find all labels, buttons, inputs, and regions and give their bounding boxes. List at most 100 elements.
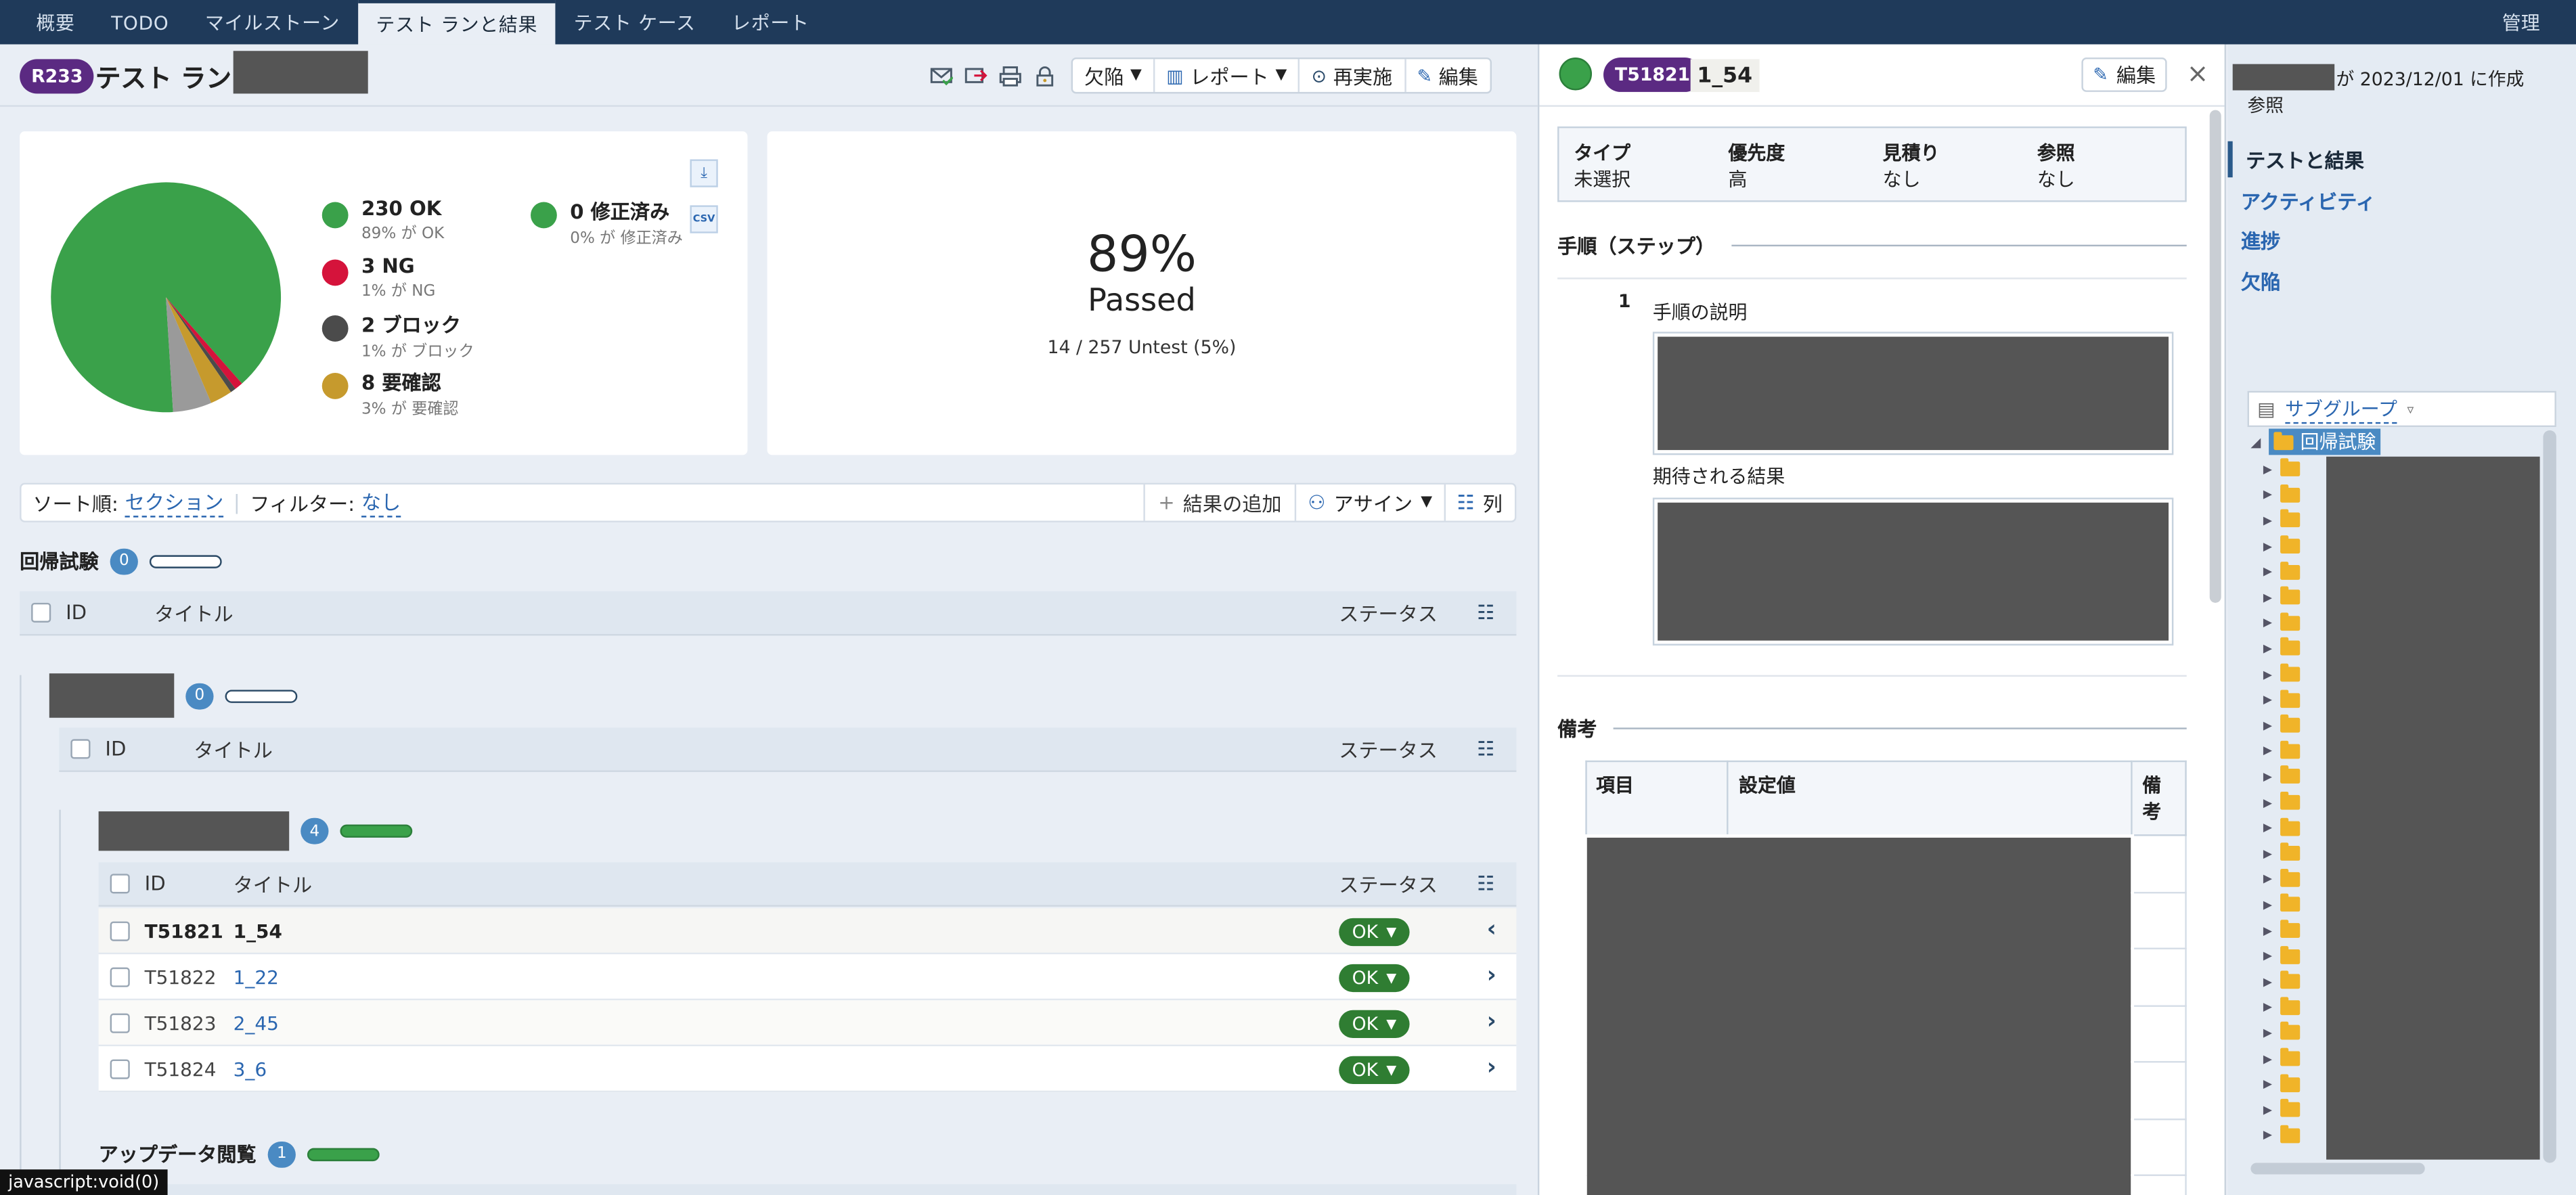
root-folder-chip: 回帰試験 <box>2269 428 2381 455</box>
columns-button[interactable]: ☷ 列 <box>1444 484 1514 521</box>
expand-chevron-icon[interactable]: › <box>1487 962 1496 989</box>
csv-download-icon[interactable]: CSV <box>690 205 718 233</box>
tree-expand-icon[interactable]: ▶ <box>2248 770 2281 783</box>
filter-none-link[interactable]: なし <box>361 488 401 518</box>
tree-expand-icon[interactable]: ▶ <box>2248 949 2281 962</box>
rerun-button[interactable]: ⊙ 再実施 <box>1298 59 1404 92</box>
edit-label: 編集 <box>2116 64 2156 87</box>
tree-vertical-scrollbar[interactable] <box>2543 430 2556 1163</box>
subsection-1[interactable]: 0 <box>49 673 298 718</box>
tree-expand-icon[interactable]: ▶ <box>2248 1027 2281 1039</box>
tree-expand-icon[interactable]: ▶ <box>2248 1001 2281 1014</box>
tab-milestones[interactable]: マイルストーン <box>187 0 358 45</box>
edit-run-button[interactable]: ✎ 編集 <box>1404 59 1490 92</box>
defects-label: 欠陥 <box>1084 64 1124 88</box>
row-title[interactable]: 3_6 <box>234 1057 267 1080</box>
table-row[interactable]: T51823 2_45 OK ▼ › <box>98 1000 1517 1047</box>
section-regression[interactable]: 回帰試験 0 <box>20 547 222 574</box>
tree-expand-icon[interactable]: ▶ <box>2248 821 2281 834</box>
tree-expand-icon[interactable]: ▶ <box>2248 540 2281 553</box>
tab-test-cases[interactable]: テスト ケース <box>556 0 713 45</box>
row-checkbox[interactable] <box>110 920 130 941</box>
tree-expand-icon[interactable]: ▶ <box>2248 616 2281 629</box>
tab-reports[interactable]: レポート <box>713 0 827 45</box>
tree-expand-icon[interactable]: ▶ <box>2248 591 2281 604</box>
table-row[interactable]: T51824 3_6 OK ▼ › <box>98 1046 1517 1093</box>
select-all-checkbox[interactable] <box>31 602 51 623</box>
tree-expand-icon[interactable]: ▶ <box>2248 463 2281 476</box>
tree-expand-icon[interactable]: ▶ <box>2248 796 2281 809</box>
column-settings-icon[interactable]: ☷ <box>1477 601 1494 624</box>
tree-collapse-icon[interactable]: ◢ <box>2250 434 2261 449</box>
tree-root-folder[interactable]: ◢ 回帰試験 <box>2250 428 2381 455</box>
expected-result-label: 期待される結果 <box>1652 464 1785 488</box>
sidebar-item-activity[interactable]: アクティビティ <box>2227 182 2576 218</box>
tree-expand-icon[interactable]: ▶ <box>2248 899 2281 911</box>
status-dropdown[interactable]: OK ▼ <box>1339 1010 1410 1039</box>
field-estimate: 見積り なし <box>1868 128 2022 200</box>
edit-case-button[interactable]: ✎ 編集 <box>2081 57 2168 92</box>
row-title[interactable]: 1_54 <box>234 919 282 942</box>
tree-expand-icon[interactable]: ▶ <box>2248 1104 2281 1117</box>
sort-section-link[interactable]: セクション <box>125 488 224 518</box>
folder-icon <box>2280 842 2301 861</box>
tree-expand-icon[interactable]: ▶ <box>2248 924 2281 937</box>
status-dropdown[interactable]: OK ▼ <box>1339 918 1410 947</box>
close-icon[interactable]: × <box>2187 58 2209 89</box>
row-title[interactable]: 2_45 <box>234 1011 279 1034</box>
column-settings-icon[interactable]: ☷ <box>1477 738 1494 761</box>
row-checkbox[interactable] <box>110 966 130 987</box>
tree-expand-icon[interactable]: ▶ <box>2248 694 2281 706</box>
status-dropdown[interactable]: OK ▼ <box>1339 964 1410 993</box>
notes-cell <box>2131 834 2187 893</box>
tree-expand-icon[interactable]: ▶ <box>2248 668 2281 681</box>
select-all-checkbox[interactable] <box>110 874 130 894</box>
tab-overview[interactable]: 概要 <box>0 0 93 45</box>
add-result-button[interactable]: + 結果の追加 <box>1143 484 1295 521</box>
tree-expand-icon[interactable]: ▶ <box>2248 514 2281 527</box>
tab-todo[interactable]: TODO <box>93 0 187 45</box>
column-settings-icon[interactable]: ☷ <box>1477 872 1494 895</box>
collapse-chevron-icon[interactable]: ‹ <box>1487 916 1496 943</box>
tree-expand-icon[interactable]: ▶ <box>2248 745 2281 758</box>
admin-link[interactable]: 管理 <box>2502 0 2540 45</box>
mail-check-icon[interactable] <box>928 62 954 89</box>
expand-chevron-icon[interactable]: › <box>1487 1054 1496 1081</box>
tree-expand-icon[interactable]: ▶ <box>2248 642 2281 655</box>
tree-expand-icon[interactable]: ▶ <box>2248 489 2281 501</box>
sidebar-item-progress[interactable]: 進捗 <box>2227 222 2576 258</box>
tree-expand-icon[interactable]: ▶ <box>2248 1078 2281 1091</box>
row-checkbox[interactable] <box>110 1012 130 1033</box>
sidebar-item-tests[interactable]: テストと結果 <box>2227 141 2576 178</box>
tree-expand-icon[interactable]: ▶ <box>2248 847 2281 860</box>
field-value: 未選択 <box>1574 167 1631 191</box>
tree-expand-icon[interactable]: ▶ <box>2248 719 2281 732</box>
subgroup-dropdown[interactable]: ▤ サブグループ ▿ <box>2247 390 2556 428</box>
expand-chevron-icon[interactable]: › <box>1487 1008 1496 1035</box>
section-title: アップデータ閲覧 <box>98 1143 257 1167</box>
tree-expand-icon[interactable]: ▶ <box>2248 975 2281 988</box>
print-icon[interactable] <box>997 62 1023 89</box>
tree-horizontal-scrollbar[interactable] <box>2250 1163 2425 1175</box>
sidebar-item-defects[interactable]: 欠陥 <box>2227 263 2576 298</box>
tab-test-runs[interactable]: テスト ランと結果 <box>357 0 556 45</box>
export-icon[interactable] <box>962 62 989 89</box>
chart-download-icon[interactable]: ⤓ <box>690 159 718 187</box>
select-all-checkbox[interactable] <box>70 739 91 759</box>
row-title[interactable]: 1_22 <box>234 965 279 988</box>
tree-expand-icon[interactable]: ▶ <box>2248 565 2281 578</box>
section-app-update[interactable]: アップデータ閲覧 1 <box>99 1140 380 1168</box>
tree-expand-icon[interactable]: ▶ <box>2248 1052 2281 1065</box>
table-row[interactable]: T51822 1_22 OK ▼ › <box>98 954 1517 1001</box>
subsection-2[interactable]: 4 <box>98 811 413 851</box>
detail-scrollbar[interactable] <box>2209 110 2221 603</box>
assign-dropdown[interactable]: ⚇ アサイン ▼ <box>1294 484 1444 521</box>
report-dropdown[interactable]: ▥ レポート ▼ <box>1153 59 1298 92</box>
row-checkbox[interactable] <box>110 1058 130 1079</box>
tree-expand-icon[interactable]: ▶ <box>2248 873 2281 886</box>
tree-expand-icon[interactable]: ▶ <box>2248 1129 2281 1142</box>
status-dropdown[interactable]: OK ▼ <box>1339 1056 1410 1085</box>
table-row[interactable]: T51821 1_54 OK ▼ ‹ <box>98 908 1517 955</box>
defects-dropdown[interactable]: 欠陥 ▼ <box>1073 59 1153 92</box>
lock-icon[interactable] <box>1031 62 1058 89</box>
